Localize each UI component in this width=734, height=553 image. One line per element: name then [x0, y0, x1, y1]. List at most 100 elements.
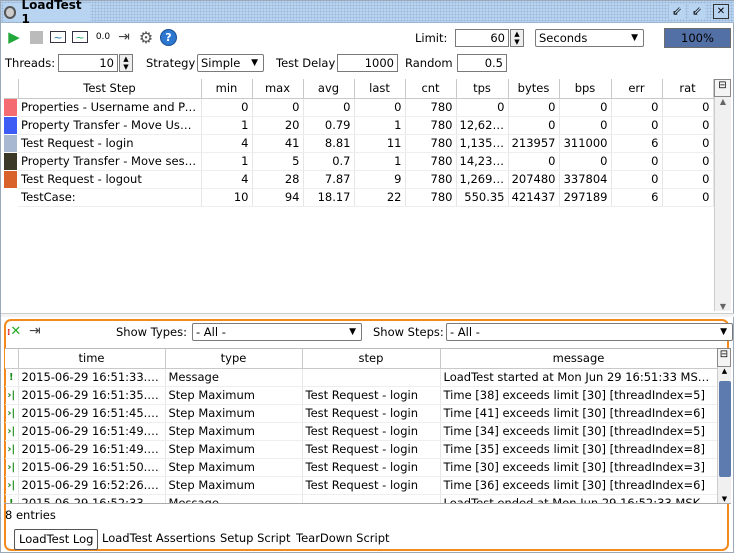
cell-min: 4	[201, 134, 253, 153]
cell-avg: 0	[303, 98, 355, 117]
log-column-chooser-icon[interactable]: ⊟	[717, 348, 731, 367]
log-row[interactable]: ›| 2015-06-29 16:51:49.212 Step Maximum Tes…	[5, 440, 717, 459]
log-cell-time: 2015-06-29 16:51:50.998	[18, 458, 166, 477]
limit-unit-select[interactable]: Seconds ▼	[535, 29, 644, 47]
table-row[interactable]: TestCase: 10 94 18.17 22 780 550.35 421437 29718…	[4, 188, 714, 207]
column-header-rat[interactable]: rat	[662, 79, 714, 99]
cell-last: 22	[354, 188, 406, 207]
cell-err: 0	[611, 98, 663, 117]
tab-loadtest-log[interactable]: LoadTest Log	[14, 529, 99, 550]
table-row[interactable]: Property Transfer - Move sessio... 1 5 0.7 1…	[4, 152, 714, 171]
cell-max: 0	[252, 98, 304, 117]
step-maximum-icon: ›|	[5, 404, 19, 423]
cell-tps: 1,135.04	[456, 134, 509, 153]
column-header-bytes[interactable]: bytes	[508, 79, 560, 99]
log-cell-message: Time [30] exceeds limit [30] [threadInde…	[440, 458, 717, 477]
column-header-err[interactable]: err	[611, 79, 663, 99]
limit-input[interactable]: 60	[455, 29, 509, 47]
log-cell-type: Step Maximum	[165, 422, 303, 441]
options-icon[interactable]: ⚙	[138, 28, 154, 47]
column-header-bps[interactable]: bps	[559, 79, 612, 99]
threads-label: Threads:	[5, 56, 56, 70]
log-row[interactable]: ›| 2015-06-29 16:52:26.399 Step Maximum Tes…	[5, 476, 717, 495]
log-row[interactable]: ›| 2015-06-29 16:51:35.750 Step Maximum Tes…	[5, 386, 717, 405]
log-column-header-step[interactable]: step	[302, 349, 441, 369]
export-log-icon[interactable]: ⇥	[29, 323, 41, 339]
strategy-select[interactable]: Simple ▼	[197, 54, 264, 72]
log-scrollbar[interactable]: ▲ ▼	[717, 367, 731, 503]
cell-min: 10	[201, 188, 253, 207]
show-types-select[interactable]: - All - ▼	[192, 323, 362, 341]
dock-icon[interactable]: ⇙	[689, 4, 705, 19]
close-icon[interactable]: ✕	[713, 4, 729, 19]
reset-icon[interactable]: 0.0	[95, 29, 111, 45]
column-header-avg[interactable]: avg	[303, 79, 355, 99]
statistics-history-icon[interactable]: ~	[72, 31, 88, 44]
log-cell-type: Step Maximum	[165, 386, 303, 405]
log-cell-step	[302, 494, 441, 503]
log-cell-message: Time [38] exceeds limit [30] [threadInde…	[440, 386, 717, 405]
column-header-test-step[interactable]: Test Step	[18, 79, 202, 99]
test-delay-input[interactable]: 1000	[337, 54, 398, 72]
column-chooser-icon[interactable]: ⊟	[714, 79, 731, 97]
threads-stepper[interactable]: ▲ ▼	[119, 54, 133, 72]
log-cell-step	[302, 368, 441, 387]
detach-icon[interactable]: ⇙	[669, 4, 685, 19]
scroll-up-icon[interactable]: ▲	[718, 367, 731, 375]
table-row[interactable]: Test Request - login 4 41 8.81 11 780 1,135.04…	[4, 134, 714, 153]
log-cell-time: 2015-06-29 16:51:49.204	[18, 422, 166, 441]
cell-last: 0	[354, 98, 406, 117]
column-header-last[interactable]: last	[354, 79, 406, 99]
table-row[interactable]: Properties - Username and Pass... 0 0 0 0 780…	[4, 98, 714, 117]
log-column-header-time[interactable]: time	[18, 349, 166, 369]
log-row[interactable]: ›| 2015-06-29 16:51:50.998 Step Maximum Tes…	[5, 458, 717, 477]
cell-tps: 1,269.94	[456, 170, 509, 189]
log-column-header-type[interactable]: type	[165, 349, 303, 369]
table-row[interactable]: Property Transfer - Move Usern... 1 20 0.79…	[4, 116, 714, 135]
strategy-label: Strategy	[146, 56, 196, 70]
loadtest-icon	[4, 5, 17, 19]
limit-stepper[interactable]: ▲ ▼	[510, 29, 524, 47]
cell-bps: 297189	[559, 188, 612, 207]
cell-bps: 337804	[559, 170, 612, 189]
threads-input[interactable]: 10	[58, 54, 118, 72]
tab-teardown-script[interactable]: TearDown Script	[292, 529, 394, 550]
splitter[interactable]	[1, 313, 734, 317]
tab-setup-script[interactable]: Setup Script	[216, 529, 294, 550]
run-icon[interactable]: ▶	[6, 28, 22, 46]
log-row[interactable]: ! 2015-06-29 16:52:33.788 Message LoadTest …	[5, 494, 717, 503]
table-row[interactable]: Test Request - logout 4 28 7.87 9 780 1,269.94…	[4, 170, 714, 189]
show-steps-select[interactable]: - All - ▼	[446, 323, 733, 341]
column-header-min[interactable]: min	[201, 79, 253, 99]
statistics-graph-icon[interactable]: ~	[50, 31, 66, 44]
scroll-down-icon[interactable]: ▼	[718, 495, 731, 503]
scrollbar-thumb[interactable]	[719, 381, 731, 477]
tab-loadtest-assertions[interactable]: LoadTest Assertions	[98, 529, 220, 550]
log-table: time type step message ! 2015-06-29 16:51:33…	[5, 349, 717, 503]
statistics-scrollbar[interactable]: ▲ ▼	[714, 97, 731, 311]
log-row[interactable]: ›| 2015-06-29 16:51:45.921 Step Maximum Tes…	[5, 404, 717, 423]
log-column-header-message[interactable]: message	[440, 349, 717, 369]
help-icon[interactable]: ?	[160, 29, 177, 46]
log-cell-time: 2015-06-29 16:51:49.212	[18, 440, 166, 459]
column-header-tps[interactable]: tps	[456, 79, 509, 99]
log-row[interactable]: ! 2015-06-29 16:51:33.783 Message LoadTest …	[5, 368, 717, 387]
cell-avg: 7.87	[303, 170, 355, 189]
export-icon[interactable]: ⇥	[116, 29, 132, 45]
column-header-max[interactable]: max	[252, 79, 304, 99]
step-maximum-icon: ›|	[5, 422, 19, 441]
scroll-up-icon[interactable]: ▲	[715, 97, 731, 106]
scroll-down-icon[interactable]: ▼	[715, 302, 731, 311]
title-bar: LoadTest 1 ⇙ ⇙ ✕	[1, 0, 734, 26]
random-input[interactable]: 0.5	[457, 54, 507, 72]
cell-min: 0	[201, 98, 253, 117]
column-header-cnt[interactable]: cnt	[405, 79, 457, 99]
cell-tps: 14,233.57	[456, 152, 509, 171]
clear-log-icon[interactable]: ⁞✕	[7, 324, 21, 339]
cell-min: 1	[201, 116, 253, 135]
cell-err: 0	[611, 152, 663, 171]
cell-rat: 0	[662, 188, 714, 207]
cell-last: 11	[354, 134, 406, 153]
log-row[interactable]: ›| 2015-06-29 16:51:49.204 Step Maximum Tes…	[5, 422, 717, 441]
cancel-icon[interactable]	[29, 30, 43, 44]
